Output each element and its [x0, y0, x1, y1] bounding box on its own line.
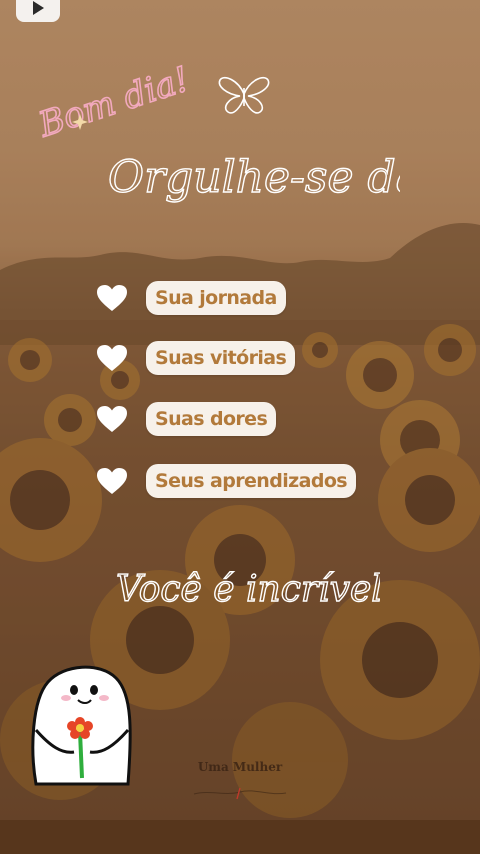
- bottom-bar: [0, 820, 480, 854]
- item-label: Suas dores: [146, 402, 277, 436]
- subtitle-script: Você é incrível: [115, 568, 380, 610]
- play-icon: [33, 1, 44, 15]
- greeting-text: Bom dia!: [33, 59, 194, 145]
- list-item: Suas dores: [96, 402, 277, 436]
- brand-watermark: Uma Mulher: [197, 760, 283, 774]
- heart-icon: [97, 406, 127, 432]
- list-item: Seus aprendizados: [96, 464, 356, 498]
- heart-icon: [97, 345, 127, 371]
- character-sticker: [31, 665, 132, 786]
- subtitle-text: Você é incrível: [116, 569, 380, 610]
- item-label: Sua jornada: [146, 281, 286, 315]
- greeting-bom-dia: Bom dia!: [28, 40, 218, 150]
- list-item: Suas vitórias: [96, 341, 296, 375]
- list-item: Sua jornada: [96, 281, 286, 315]
- butterfly-icon: [218, 76, 270, 114]
- item-label: Seus aprendizados: [146, 464, 356, 498]
- heart-icon: [97, 468, 127, 494]
- item-label: Suas vitórias: [146, 341, 296, 375]
- title-script: Orgulhe-se da: [107, 151, 400, 203]
- heart-icon: [97, 285, 127, 311]
- brand-signature-mark: [193, 787, 287, 800]
- play-button[interactable]: [16, 0, 60, 22]
- title-text: Orgulhe-se da: [108, 152, 400, 203]
